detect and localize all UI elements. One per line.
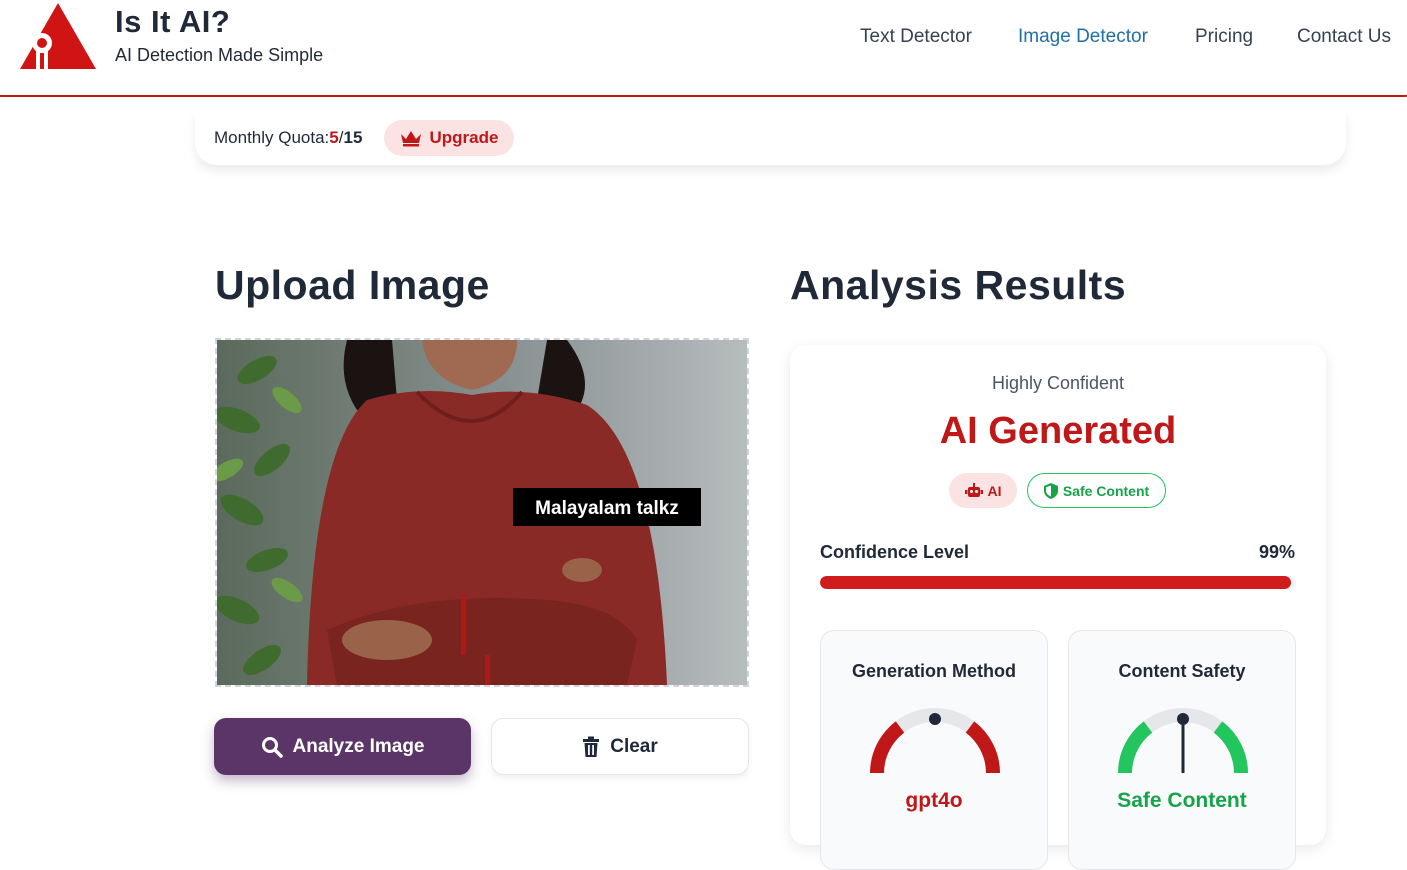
nav-pricing[interactable]: Pricing xyxy=(1195,26,1253,48)
ai-badge: AI xyxy=(949,473,1017,508)
nav-text-detector[interactable]: Text Detector xyxy=(860,26,972,48)
results-title: Analysis Results xyxy=(790,262,1127,308)
crown-icon xyxy=(400,131,421,147)
confidence-text: Highly Confident xyxy=(991,373,1125,393)
safe-badge-label: Safe Content xyxy=(1062,482,1150,499)
red-triangle-eye-logo[interactable] xyxy=(20,3,96,69)
generation-gauge xyxy=(870,708,1000,774)
clear-label: Clear xyxy=(610,735,658,757)
confidence-level-label: Confidence Level xyxy=(820,542,970,562)
robot-icon xyxy=(964,482,983,497)
analyze-image-button[interactable]: Analyze Image xyxy=(214,718,471,775)
ai-badge-label: AI xyxy=(987,482,1002,499)
shield-icon xyxy=(1043,482,1058,499)
upgrade-button[interactable]: Upgrade xyxy=(384,120,514,156)
nav-contact-us[interactable]: Contact Us xyxy=(1297,26,1391,48)
results-card: Highly Confident AI Generated AI Safe Co… xyxy=(790,345,1326,870)
verdict-text: AI Generated xyxy=(939,410,1177,452)
trash-icon xyxy=(583,736,600,757)
clear-button[interactable]: Clear xyxy=(491,718,749,775)
image-dropzone[interactable]: Malayalam talkz xyxy=(215,338,749,687)
analyze-image-label: Analyze Image xyxy=(292,735,425,757)
upgrade-label: Upgrade xyxy=(429,128,499,147)
quota-text: Monthly Quota:5/15 xyxy=(214,128,362,148)
safe-content-badge: Safe Content xyxy=(1027,473,1166,508)
brand-subtitle: AI Detection Made Simple xyxy=(115,45,324,65)
content-safety-card: Content Safety Safe Content xyxy=(1068,630,1296,870)
brand-title[interactable]: Is It AI? xyxy=(115,4,230,40)
generation-method-value: gpt4o xyxy=(905,789,963,812)
quota-label: Monthly Quota: xyxy=(214,128,330,147)
quota-bar: Monthly Quota:5/15 Upgrade xyxy=(195,111,1346,165)
site-header: Is It AI? AI Detection Made Simple Text … xyxy=(0,0,1407,97)
confidence-level-value: 99% xyxy=(1258,542,1295,562)
quota-used: 5 xyxy=(329,128,339,147)
content-safety-gauge xyxy=(1118,708,1248,774)
confidence-progress-bar xyxy=(820,576,1296,589)
generation-method-card: Generation Method gpt4o xyxy=(820,630,1048,870)
generation-method-title: Generation Method xyxy=(851,661,1016,681)
quota-total: 15 xyxy=(343,128,363,147)
image-caption: Malayalam talkz xyxy=(535,498,679,519)
nav-image-detector[interactable]: Image Detector xyxy=(1018,26,1148,48)
content-safety-title: Content Safety xyxy=(1118,661,1246,681)
confidence-progress-fill xyxy=(820,576,1292,589)
uploaded-image: Malayalam talkz xyxy=(217,340,747,685)
search-icon xyxy=(261,736,283,758)
content-safety-value: Safe Content xyxy=(1117,789,1247,812)
upload-title: Upload Image xyxy=(215,262,490,308)
